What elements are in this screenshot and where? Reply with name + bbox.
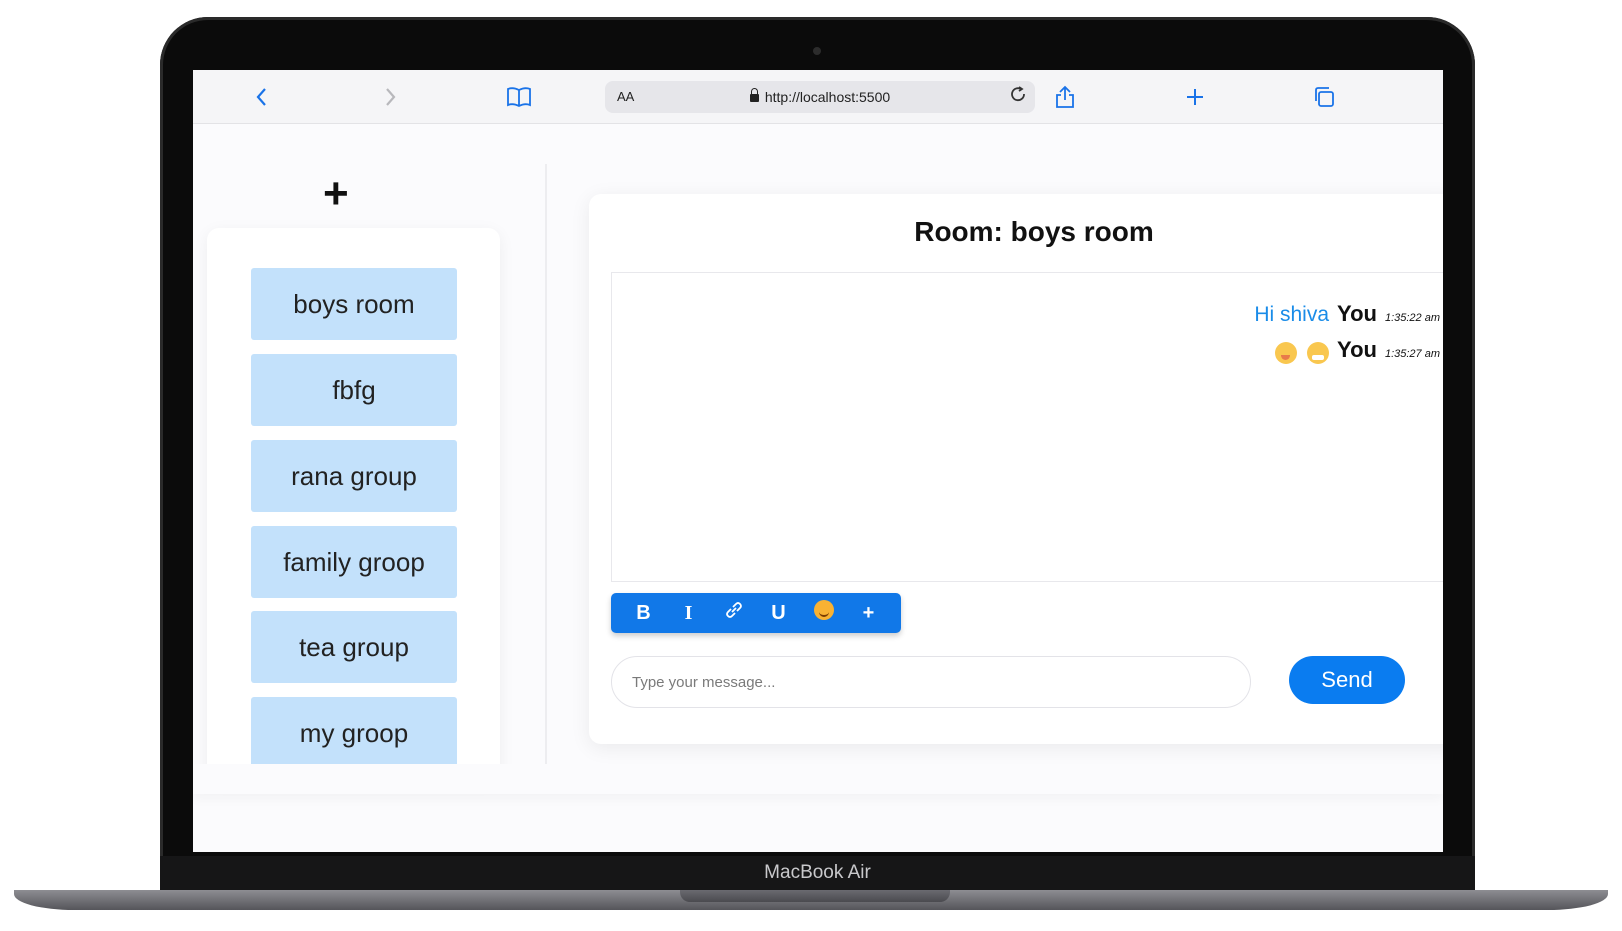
reload-icon[interactable] bbox=[1009, 85, 1027, 109]
room-item[interactable]: fbfg bbox=[251, 354, 457, 426]
link-icon[interactable] bbox=[719, 600, 749, 626]
message-row: Hi shiva You 1:35:22 am bbox=[1254, 301, 1440, 327]
message-input[interactable] bbox=[611, 656, 1251, 708]
bold-button[interactable]: B bbox=[629, 602, 659, 625]
sidebar-divider bbox=[545, 164, 547, 784]
room-item[interactable]: rana group bbox=[251, 440, 457, 512]
room-item[interactable]: boys room bbox=[251, 268, 457, 340]
message-row: You 1:35:27 am bbox=[1269, 337, 1440, 364]
format-toolbar: B I U + bbox=[611, 593, 901, 633]
message-time: 1:35:22 am bbox=[1384, 312, 1440, 324]
message-text: Hi shiva bbox=[1254, 303, 1330, 326]
page-footer-shadow bbox=[193, 764, 1443, 794]
plus-icon[interactable] bbox=[1181, 83, 1209, 111]
chevron-left-icon[interactable] bbox=[248, 83, 276, 111]
emoji-button[interactable] bbox=[809, 600, 839, 626]
underline-button[interactable]: U bbox=[764, 602, 794, 625]
url-value: http://localhost:5500 bbox=[764, 89, 891, 105]
laptop-notch bbox=[680, 890, 950, 902]
message-emojis bbox=[1269, 341, 1330, 364]
lock-icon bbox=[749, 88, 759, 102]
grimace-face-icon bbox=[1307, 341, 1330, 364]
room-item[interactable]: tea group bbox=[251, 611, 457, 683]
more-button[interactable]: + bbox=[854, 602, 884, 625]
room-item[interactable]: family groop bbox=[251, 526, 457, 598]
screen: AA http://localhost:5500 + boys room fbf… bbox=[193, 70, 1443, 852]
room-title: Room: boys room bbox=[914, 216, 1154, 247]
book-icon[interactable] bbox=[505, 83, 533, 111]
room-item[interactable]: my groop bbox=[251, 697, 457, 769]
sleepy-face-icon bbox=[1274, 341, 1297, 364]
message-time: 1:35:27 am bbox=[1384, 348, 1440, 360]
italic-button[interactable]: I bbox=[674, 602, 704, 625]
tabs-icon[interactable] bbox=[1310, 83, 1338, 111]
device-label: MacBook Air bbox=[764, 862, 871, 883]
camera-dot bbox=[813, 47, 821, 55]
send-button[interactable]: Send bbox=[1289, 656, 1405, 704]
browser-toolbar: AA http://localhost:5500 bbox=[193, 70, 1443, 124]
message-sender: You bbox=[1337, 301, 1377, 326]
laptop-chin: MacBook Air bbox=[160, 856, 1475, 890]
chevron-right-icon[interactable] bbox=[376, 83, 404, 111]
url-text: http://localhost:5500 bbox=[605, 88, 1035, 105]
smile-icon bbox=[813, 600, 834, 620]
chat-panel: Room: boys room Hi shiva You 1:35:22 am … bbox=[589, 194, 1443, 744]
messages-area: Hi shiva You 1:35:22 am You 1:35:27 am bbox=[611, 272, 1443, 582]
page-content: + boys room fbfg rana group family groop… bbox=[193, 124, 1443, 852]
message-sender: You bbox=[1337, 337, 1377, 362]
address-bar[interactable]: AA http://localhost:5500 bbox=[605, 81, 1035, 113]
share-icon[interactable] bbox=[1051, 83, 1079, 111]
add-room-button[interactable]: + bbox=[323, 172, 349, 216]
rooms-list: boys room fbfg rana group family groop t… bbox=[207, 228, 500, 780]
